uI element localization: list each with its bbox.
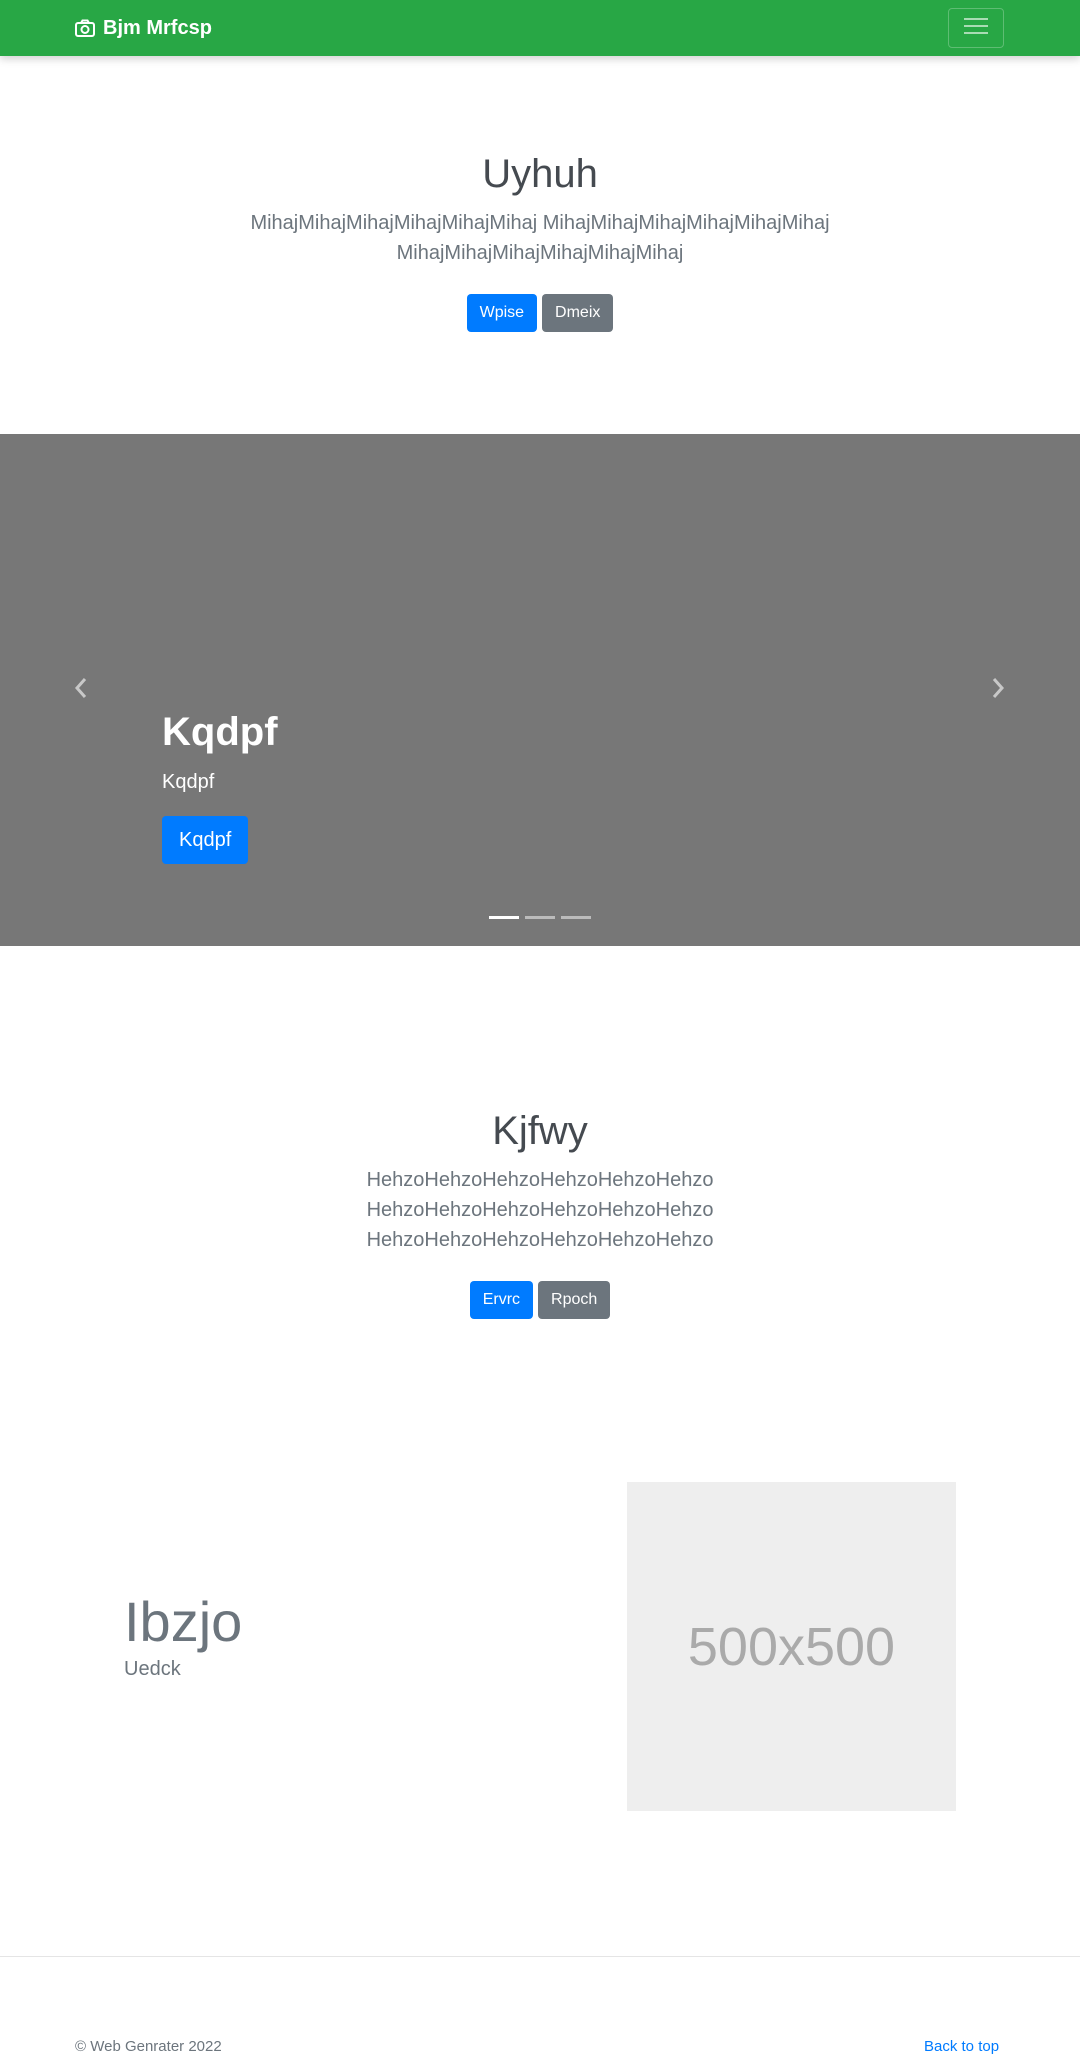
navbar: Bjm Mrfcsp <box>0 0 1080 56</box>
hero-2-primary-button[interactable]: Ervrc <box>469 1281 534 1319</box>
back-to-top-link[interactable]: Back to top <box>924 2038 999 2055</box>
carousel-indicators <box>0 916 1080 919</box>
hamburger-menu-icon <box>963 16 989 41</box>
hero-1-text-line2: MihajMihajMihajMihajMihajMihaj <box>396 242 684 264</box>
footer-divider <box>0 1956 1080 1957</box>
hero-1-primary-button[interactable]: Wpise <box>466 294 538 332</box>
carousel-caption: Kqdpf Kqdpf Kqdpf <box>162 704 278 864</box>
hero-2-text: HehzoHehzoHehzoHehzoHehzoHehzo HehzoHehz… <box>0 1165 1080 1255</box>
feature-text: Ibzjo Uedck <box>124 1590 242 1681</box>
carousel-caption-button[interactable]: Kqdpf <box>162 816 249 864</box>
chevron-left-icon <box>73 677 89 704</box>
hero-section-1: Uyhuh MihajMihajMihajMihajMihajMihaj Mih… <box>0 150 1080 332</box>
carousel: Kqdpf Kqdpf Kqdpf <box>0 434 1080 946</box>
hero-1-text: MihajMihajMihajMihajMihajMihaj MihajMiha… <box>0 208 1080 268</box>
camera-icon <box>75 19 95 37</box>
feature-image-placeholder: 500x500 <box>627 1482 956 1811</box>
carousel-caption-text: Kqdpf <box>162 771 215 793</box>
carousel-indicator-1[interactable] <box>489 916 519 919</box>
hero-1-text-line1: MihajMihajMihajMihajMihajMihaj MihajMiha… <box>250 212 830 234</box>
hero-1-buttons: Wpise Dmeix <box>0 294 1080 332</box>
carousel-prev-button[interactable] <box>61 670 101 710</box>
feature-image-label: 500x500 <box>687 1616 896 1677</box>
carousel-indicator-3[interactable] <box>561 916 591 919</box>
brand-link[interactable]: Bjm Mrfcsp <box>75 14 212 42</box>
footer-copyright: © Web Genrater 2022 <box>75 2038 222 2055</box>
hero-1-secondary-button[interactable]: Dmeix <box>542 294 614 332</box>
hero-2-text-line3: HehzoHehzoHehzoHehzoHehzoHehzo <box>366 1229 714 1251</box>
brand-name: Bjm Mrfcsp <box>103 16 212 39</box>
carousel-next-button[interactable] <box>978 670 1018 710</box>
carousel-caption-title: Kqdpf <box>162 710 278 754</box>
feature-heading: Ibzjo <box>124 1590 243 1653</box>
hero-2-text-line1: HehzoHehzoHehzoHehzoHehzoHehzo <box>366 1169 714 1191</box>
hero-2-text-line2: HehzoHehzoHehzoHehzoHehzoHehzo <box>366 1199 714 1221</box>
chevron-right-icon <box>990 677 1006 704</box>
carousel-indicator-2[interactable] <box>525 916 555 919</box>
navbar-toggler-button[interactable] <box>948 8 1004 48</box>
hero-2-title: Kjfwy <box>492 1109 588 1153</box>
hero-2-secondary-button[interactable]: Rpoch <box>538 1281 611 1319</box>
hero-section-2: Kjfwy HehzoHehzoHehzoHehzoHehzoHehzo Heh… <box>0 1107 1080 1319</box>
feature-subtext: Uedck <box>124 1658 181 1680</box>
hero-2-buttons: Ervrc Rpoch <box>0 1281 1080 1319</box>
hero-1-title: Uyhuh <box>482 152 598 196</box>
